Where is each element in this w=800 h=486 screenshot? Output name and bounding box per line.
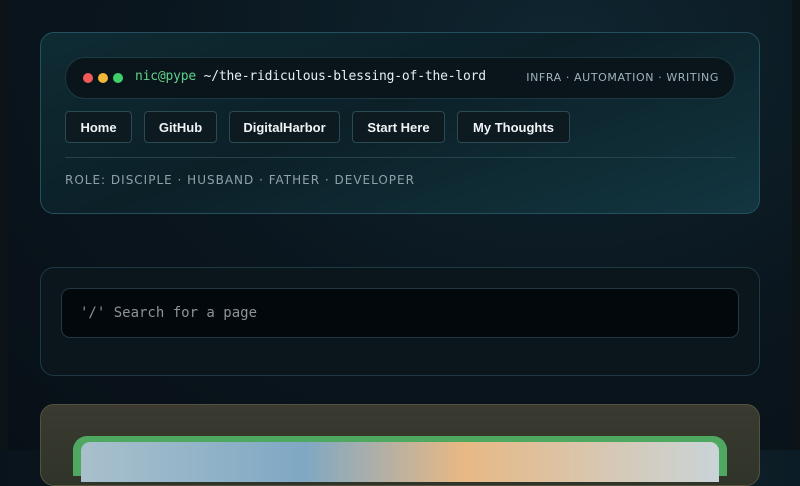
prompt-path: ~/the-ridiculous-blessing-of-the-lord	[196, 69, 486, 84]
role-line: ROLE: DISCIPLE · HUSBAND · FATHER · DEVE…	[65, 173, 415, 187]
header-divider	[65, 157, 735, 158]
nav-button-my-thoughts[interactable]: My Thoughts	[457, 111, 570, 143]
terminal-prompt: nic@pype ~/the-ridiculous-blessing-of-th…	[135, 69, 486, 84]
header-card: nic@pype ~/the-ridiculous-blessing-of-th…	[40, 32, 760, 214]
nav-button-digitalharbor[interactable]: DigitalHarbor	[229, 111, 340, 143]
nav-button-home[interactable]: Home	[65, 111, 132, 143]
terminal-bar: nic@pype ~/the-ridiculous-blessing-of-th…	[65, 57, 735, 99]
nav-button-start-here[interactable]: Start Here	[352, 111, 445, 143]
preview-image-frame	[73, 436, 727, 482]
prompt-user-host: nic@pype	[135, 69, 197, 84]
preview-card	[40, 404, 760, 486]
window-close-dot-icon	[83, 73, 93, 83]
page-edge-left	[0, 0, 8, 450]
preview-image[interactable]	[81, 442, 719, 482]
nav-button-github[interactable]: GitHub	[144, 111, 217, 143]
topic-tags: INFRA · AUTOMATION · WRITING	[526, 71, 719, 84]
search-input[interactable]	[61, 288, 739, 338]
page-edge-right	[792, 0, 800, 450]
window-minimize-dot-icon	[98, 73, 108, 83]
search-card	[40, 267, 760, 376]
window-maximize-dot-icon	[113, 73, 123, 83]
